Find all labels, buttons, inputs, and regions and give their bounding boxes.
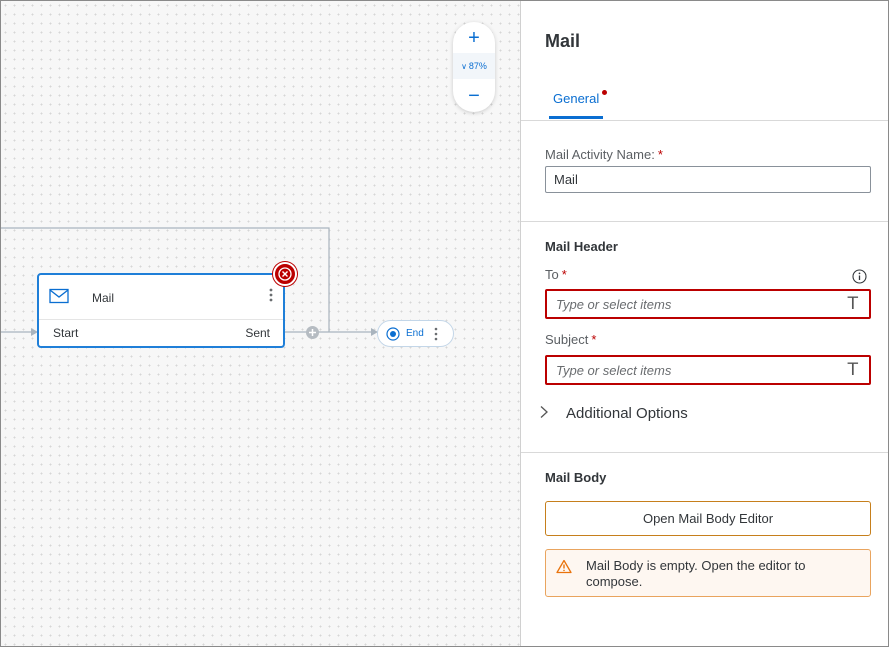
required-marker: * (561, 267, 567, 282)
zoom-level-dropdown[interactable]: ∨ 87% (453, 53, 495, 79)
to-label: To * (545, 267, 567, 282)
end-event-icon (386, 327, 400, 346)
zoom-control: + ∨ 87% − (453, 22, 495, 112)
mail-header-title: Mail Header (545, 239, 618, 254)
subject-placeholder: Type or select items (556, 362, 672, 378)
warning-text: Mail Body is empty. Open the editor to c… (586, 558, 806, 589)
mail-body-title: Mail Body (545, 470, 607, 485)
process-canvas[interactable]: + ∨ 87% − Mail Start Sent End (1, 1, 520, 646)
to-placeholder: Type or select items (556, 296, 672, 312)
panel-title: Mail (545, 31, 581, 51)
chevron-right-icon (539, 405, 555, 422)
subject-label-text: Subject (545, 332, 589, 347)
zoom-in-button[interactable]: + (453, 24, 495, 52)
tab-bar-divider (521, 120, 888, 121)
required-marker: * (591, 332, 597, 347)
node-title: Mail (92, 291, 115, 305)
section-divider (521, 221, 888, 222)
end-event-node[interactable]: End (377, 320, 454, 347)
to-label-text: To (545, 267, 559, 282)
additional-options-toggle[interactable]: Additional Options (539, 405, 688, 422)
warning-icon (556, 559, 572, 577)
end-event-label: End (406, 328, 424, 339)
section-divider (521, 452, 888, 453)
node-port-start: Start (53, 326, 79, 340)
tab-error-indicator (602, 90, 608, 95)
to-input[interactable]: Type or select items T (545, 289, 871, 319)
mail-activity-node[interactable]: Mail Start Sent (37, 273, 285, 348)
subject-input[interactable]: Type or select items T (545, 355, 871, 385)
chevron-down-icon: ∨ (461, 61, 467, 71)
activity-name-value: Mail (554, 172, 578, 187)
text-type-icon[interactable]: T (848, 294, 858, 314)
mail-body-warning: Mail Body is empty. Open the editor to c… (545, 549, 871, 597)
error-circle-icon[interactable] (273, 262, 297, 286)
subject-label: Subject * (545, 332, 596, 347)
tab-general[interactable]: General (549, 83, 608, 119)
envelope-icon (49, 288, 69, 309)
more-vertical-icon[interactable] (268, 288, 274, 302)
zoom-level-value: 87% (468, 61, 487, 71)
zoom-out-button[interactable]: − (453, 82, 495, 110)
tab-general-label: General (553, 91, 600, 106)
required-marker: * (657, 147, 663, 162)
more-vertical-icon[interactable] (434, 325, 438, 344)
node-divider (39, 319, 283, 320)
open-mail-body-editor-button[interactable]: Open Mail Body Editor (545, 501, 871, 536)
activity-name-input[interactable]: Mail (545, 166, 871, 193)
add-circle-icon[interactable] (305, 325, 320, 345)
activity-name-label-text: Mail Activity Name: (545, 147, 655, 162)
app-frame: + ∨ 87% − Mail Start Sent End Mail Gener… (0, 0, 889, 647)
additional-options-label: Additional Options (566, 405, 688, 422)
properties-panel: Mail General Mail Activity Name: * Mail M… (520, 1, 888, 646)
node-port-sent: Sent (245, 326, 270, 340)
activity-name-label: Mail Activity Name: * (545, 147, 663, 162)
info-icon[interactable] (852, 269, 867, 289)
text-type-icon[interactable]: T (848, 360, 858, 380)
